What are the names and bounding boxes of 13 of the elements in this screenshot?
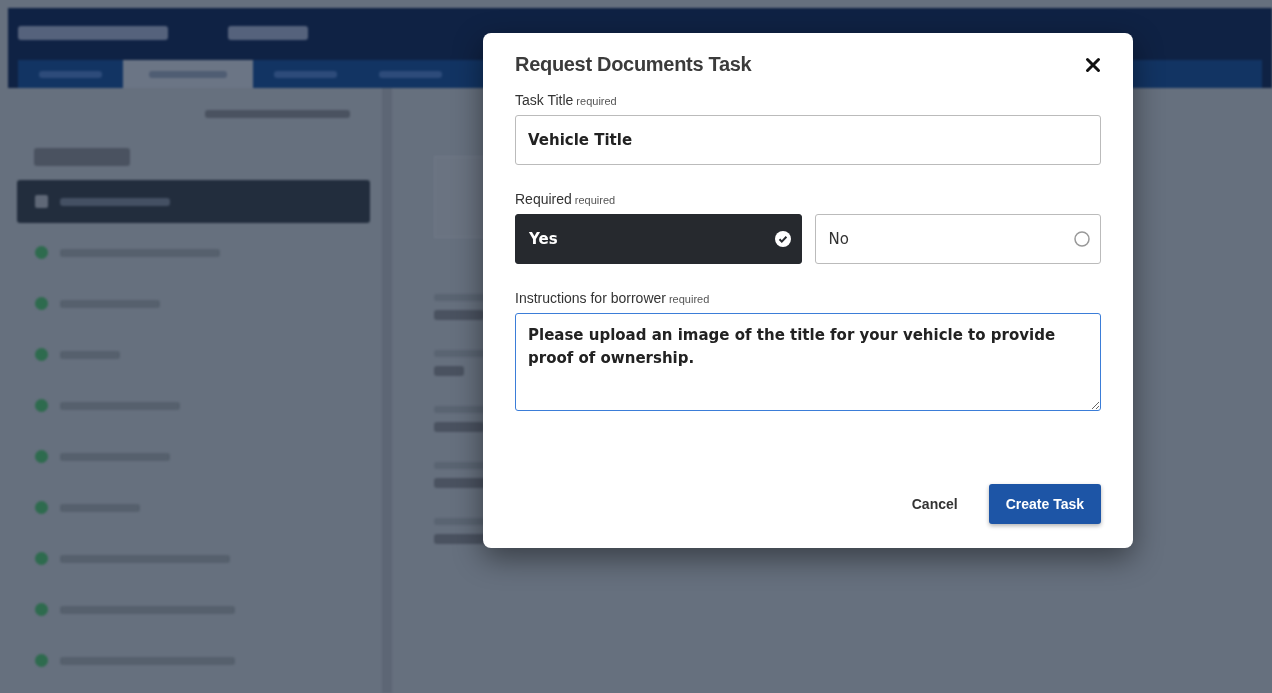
instructions-field[interactable]: Please upload an image of the title for your vehicle to provide proof of ownership.: [515, 313, 1101, 411]
create-button[interactable]: Create Task: [988, 484, 1101, 524]
field-label: Task Title required: [515, 92, 617, 108]
radio-circle-icon: [1074, 231, 1090, 247]
check-circle-icon: [774, 231, 791, 247]
field-label: Required required: [515, 191, 616, 207]
cancel-button[interactable]: Cancel: [894, 484, 975, 524]
field-label: Instructions for borrower required: [515, 290, 710, 306]
dialog-title: Request Documents Task: [515, 53, 752, 76]
task-title-field[interactable]: Vehicle Title: [515, 115, 1101, 165]
option-button[interactable]: Yes: [515, 214, 802, 264]
option-button[interactable]: No: [814, 214, 1101, 264]
close-icon[interactable]: [1085, 56, 1101, 73]
